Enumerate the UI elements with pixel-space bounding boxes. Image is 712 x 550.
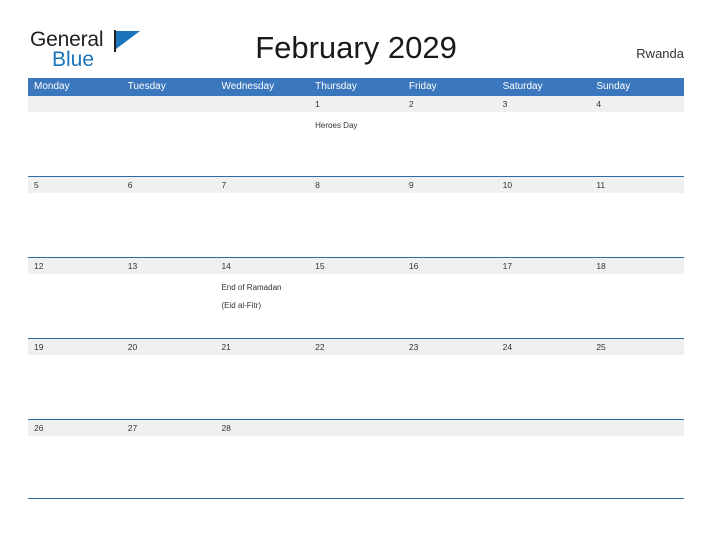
event-slot [497,193,591,196]
day-cell[interactable]: 26 [28,420,122,436]
event-slot: End of Ramadan (Eid al-Fitr) [215,274,309,313]
date-band: 19 20 21 22 23 24 25 [28,339,684,355]
event-slot [309,436,403,439]
day-cell[interactable]: 21 [215,339,309,355]
day-cell[interactable]: 20 [122,339,216,355]
date-band: 1 2 3 4 [28,96,684,112]
calendar-table: Monday Tuesday Wednesday Thursday Friday… [28,78,684,499]
weekday-header-sunday: Sunday [596,81,631,92]
day-cell[interactable]: 17 [497,258,591,274]
event-slot [497,274,591,313]
event-slot [590,193,684,196]
event-slot [403,436,497,439]
weekday-header-tuesday: Tuesday [127,81,166,92]
day-cell[interactable] [28,96,122,112]
day-cell[interactable]: 5 [28,177,122,193]
day-cell[interactable]: 18 [590,258,684,274]
events-band: End of Ramadan (Eid al-Fitr) [28,274,684,313]
event-slot [215,112,309,133]
day-cell[interactable]: 2 [403,96,497,112]
events-band [28,193,684,196]
event-slot [28,112,122,133]
event-slot [28,436,122,439]
event-slot [122,193,216,196]
day-cell[interactable] [122,96,216,112]
day-cell[interactable] [590,420,684,436]
day-cell[interactable]: 1 [309,96,403,112]
event-slot [28,355,122,358]
weekday-header-friday: Friday [408,81,437,92]
day-cell[interactable]: 3 [497,96,591,112]
event-slot [309,193,403,196]
day-cell[interactable]: 13 [122,258,216,274]
weekday-header-saturday: Saturday [502,81,543,92]
date-band: 5 6 7 8 9 10 11 [28,177,684,193]
day-cell[interactable]: 28 [215,420,309,436]
weekday-header-row: Monday Tuesday Wednesday Thursday Friday… [28,78,684,96]
day-cell[interactable]: 25 [590,339,684,355]
event-slot [215,355,309,358]
week-row: 5 6 7 8 9 10 11 [28,177,684,258]
event-slot [122,274,216,313]
day-cell[interactable] [215,96,309,112]
event-slot [122,355,216,358]
day-cell[interactable]: 15 [309,258,403,274]
day-cell[interactable]: 27 [122,420,216,436]
day-cell[interactable]: 4 [590,96,684,112]
event-slot [403,355,497,358]
event-slot [122,436,216,439]
week-row: 1 2 3 4 Heroes Day [28,96,684,177]
day-cell[interactable]: 23 [403,339,497,355]
date-band: 12 13 14 15 16 17 18 [28,258,684,274]
day-cell[interactable]: 19 [28,339,122,355]
events-band [28,355,684,358]
page-title: February 2029 [255,30,457,65]
week-row: 19 20 21 22 23 24 25 [28,339,684,420]
day-cell[interactable]: 6 [122,177,216,193]
week-row: 12 13 14 15 16 17 18 End of Ramadan (Eid… [28,258,684,339]
event-slot [403,193,497,196]
event-text: End of Ramadan (Eid al-Fitr) [221,283,282,310]
day-cell[interactable]: 14 [215,258,309,274]
event-slot [28,274,122,313]
event-slot [215,193,309,196]
day-cell[interactable] [309,420,403,436]
event-slot [497,436,591,439]
day-cell[interactable]: 10 [497,177,591,193]
weekday-header-thursday: Thursday [315,81,357,92]
event-slot [403,112,497,133]
day-cell[interactable]: 12 [28,258,122,274]
day-cell[interactable]: 22 [309,339,403,355]
day-cell[interactable] [497,420,591,436]
day-cell[interactable]: 8 [309,177,403,193]
event-slot [497,355,591,358]
events-band [28,436,684,439]
date-band: 26 27 28 [28,420,684,436]
day-cell[interactable] [403,420,497,436]
event-slot [309,274,403,313]
event-slot [590,274,684,313]
day-cell[interactable]: 24 [497,339,591,355]
event-slot [590,112,684,133]
day-cell[interactable]: 9 [403,177,497,193]
event-slot [309,355,403,358]
weekday-header-monday: Monday [34,81,70,92]
day-cell[interactable]: 11 [590,177,684,193]
event-slot [215,436,309,439]
event-text: Heroes Day [315,121,358,130]
event-slot [28,193,122,196]
week-row: 26 27 28 [28,420,684,499]
page-header: General Blue February 2029 Rwanda [0,0,712,76]
region-label: Rwanda [636,46,684,61]
event-slot [497,112,591,133]
event-slot [122,112,216,133]
event-slot [590,436,684,439]
events-band: Heroes Day [28,112,684,133]
day-cell[interactable]: 7 [215,177,309,193]
weekday-header-wednesday: Wednesday [221,81,275,92]
event-slot: Heroes Day [309,112,403,133]
event-slot [403,274,497,313]
event-slot [590,355,684,358]
day-cell[interactable]: 16 [403,258,497,274]
